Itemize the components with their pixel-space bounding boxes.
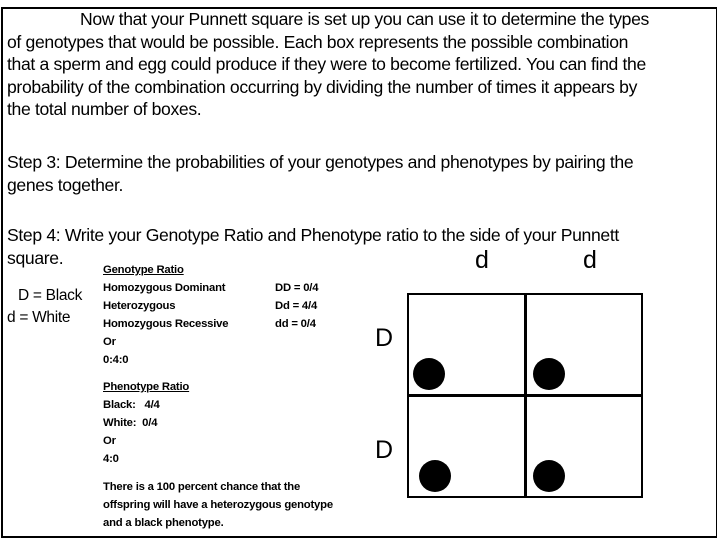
phenotype-ratio-block: Phenotype Ratio Black: 4/4 White: 0/4 Or…	[103, 378, 189, 468]
intro-line: of genotypes that would be possible. Eac…	[7, 31, 629, 52]
phenotype-ratio-heading: Phenotype Ratio	[103, 381, 190, 393]
offspring-dot-r1c1	[413, 358, 445, 390]
genotype-value: DD = 0/4	[275, 282, 319, 294]
row-allele: D	[375, 436, 394, 464]
column-allele: d	[475, 246, 489, 274]
genotype-or: Or	[103, 336, 116, 348]
genotype-ratio-heading: Genotype Ratio	[103, 264, 184, 276]
offspring-dot-r1c2	[533, 358, 565, 390]
phenotype-black: Black: 4/4	[103, 399, 160, 411]
key-dominant: D = Black	[18, 287, 83, 304]
conclusion-line: There is a 100 percent chance that the	[103, 481, 301, 493]
genotype-value: dd = 0/4	[275, 318, 316, 330]
offspring-dot-r2c2	[533, 460, 565, 492]
conclusion-line: and a black phenotype.	[103, 517, 224, 529]
step-4-line: Step 4: Write your Genotype Ratio and Ph…	[7, 225, 619, 245]
step-4-line: square.	[7, 247, 64, 268]
step-3-line: genes together.	[7, 174, 124, 195]
genotype-label: Homozygous Dominant	[103, 282, 226, 294]
phenotype-ratio-value: 4:0	[103, 453, 119, 465]
grid-divider-horizontal	[407, 394, 643, 397]
step-3-line: Step 3: Determine the probabilities of y…	[7, 152, 634, 172]
genotype-values: DD = 0/4 Dd = 4/4 dd = 0/4	[275, 279, 318, 333]
phenotype-or: Or	[103, 435, 116, 447]
intro-line: that a sperm and egg could produce if th…	[7, 54, 646, 75]
intro-paragraph: Now that your Punnett square is set up y…	[7, 8, 649, 121]
key-recessive: d = White	[7, 309, 71, 326]
row-allele: D	[375, 324, 394, 352]
genotype-label: Homozygous Recessive	[103, 318, 229, 330]
step-3-instruction: Step 3: Determine the probabilities of y…	[7, 151, 634, 196]
genotype-label: Heterozygous	[103, 300, 176, 312]
conclusion-text: There is a 100 percent chance that the o…	[103, 478, 333, 532]
genotype-ratio-value: 0:4:0	[103, 354, 129, 366]
column-allele: d	[583, 246, 597, 274]
offspring-dot-r2c1	[419, 460, 451, 492]
step-4-instruction: Step 4: Write your Genotype Ratio and Ph…	[7, 224, 619, 269]
intro-line: the total number of boxes.	[7, 99, 202, 120]
conclusion-line: offspring will have a heterozygous genot…	[103, 499, 333, 511]
genotype-ratio-block: Genotype Ratio Homozygous Dominant Heter…	[103, 261, 229, 369]
intro-line: Now that your Punnett square is set up y…	[80, 9, 649, 29]
genotype-value: Dd = 4/4	[275, 300, 318, 312]
intro-line: probability of the combination occurring…	[7, 76, 638, 97]
phenotype-white: White: 0/4	[103, 417, 158, 429]
